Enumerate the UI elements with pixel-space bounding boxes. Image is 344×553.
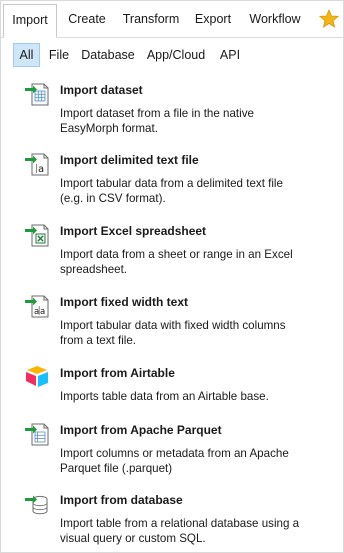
list-item-import-dataset[interactable]: Import dataset Import dataset from a fil…: [1, 81, 343, 145]
filter-file[interactable]: File: [45, 43, 73, 67]
list-item-import-airtable[interactable]: Import from Airtable Imports table data …: [1, 364, 343, 428]
fixed-width-text-icon: a a: [24, 293, 50, 319]
list-item-import-parquet[interactable]: Import from Apache Parquet Import column…: [1, 421, 343, 485]
item-description: Import columns or metadata from an Apach…: [60, 447, 289, 475]
parquet-file-icon: [24, 421, 50, 447]
item-description: Import dataset from a file in the native…: [60, 107, 254, 135]
item-title: Import from Apache Parquet: [60, 423, 222, 437]
airtable-logo-icon: [24, 364, 50, 390]
item-title: Import fixed width text: [60, 295, 189, 309]
tab-workflow[interactable]: Workflow: [243, 5, 307, 34]
item-title: Import dataset: [60, 83, 143, 97]
item-title: Import delimited text file: [60, 153, 199, 167]
filter-app-cloud[interactable]: App/Cloud: [143, 43, 209, 67]
excel-file-icon: [24, 222, 50, 248]
item-title: Import from Airtable: [60, 366, 175, 380]
list-item-import-delimited-text[interactable]: a Import delimited text file Import tabu…: [1, 151, 343, 215]
filter-api[interactable]: API: [217, 43, 243, 67]
tab-import[interactable]: Import: [3, 4, 57, 38]
list-item-import-database[interactable]: Import from database Import table from a…: [1, 491, 343, 552]
item-description: Import tabular data with fixed width col…: [60, 319, 286, 347]
svg-text:a: a: [40, 307, 45, 317]
tab-create[interactable]: Create: [61, 5, 113, 34]
import-actions-panel: Import Create Transform Export Workflow …: [0, 0, 344, 553]
item-title: Import from database: [60, 493, 183, 507]
tab-export[interactable]: Export: [189, 5, 237, 34]
filter-database[interactable]: Database: [80, 43, 136, 67]
svg-text:a: a: [38, 164, 44, 175]
svg-text:a: a: [34, 307, 39, 317]
list-item-import-excel[interactable]: Import Excel spreadsheet Import data fro…: [1, 222, 343, 286]
dataset-file-icon: [24, 81, 50, 107]
delimited-text-file-icon: a: [24, 151, 50, 177]
source-filter-bar: All File Database App/Cloud API: [1, 38, 343, 70]
database-icon: [24, 491, 50, 517]
item-description: Import tabular data from a delimited tex…: [60, 177, 283, 205]
item-title: Import Excel spreadsheet: [60, 224, 207, 238]
item-description: Imports table data from an Airtable base…: [60, 390, 269, 403]
tab-transform[interactable]: Transform: [118, 5, 184, 34]
item-description: Import data from a sheet or range in an …: [60, 248, 293, 276]
filter-all[interactable]: All: [13, 43, 40, 67]
category-tab-bar: Import Create Transform Export Workflow: [1, 1, 343, 38]
list-item-import-fixed-width[interactable]: a a Import fixed width text Import tabul…: [1, 293, 343, 357]
item-description: Import table from a relational database …: [60, 517, 300, 545]
star-icon[interactable]: [318, 8, 340, 29]
